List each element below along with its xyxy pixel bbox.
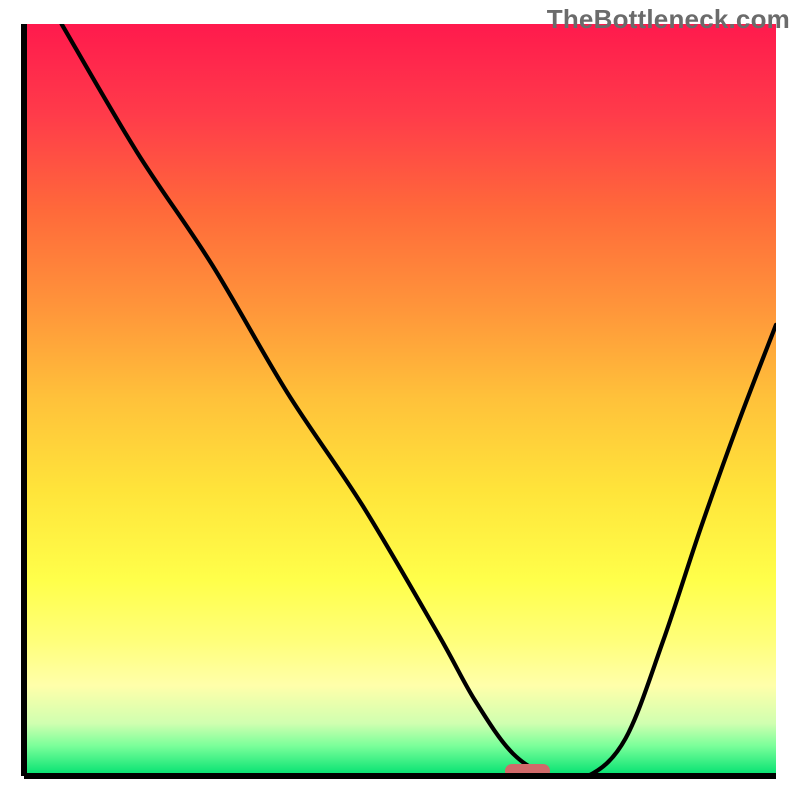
chart-container: TheBottleneck.com (0, 0, 800, 800)
plot-gradient-background (24, 24, 776, 776)
